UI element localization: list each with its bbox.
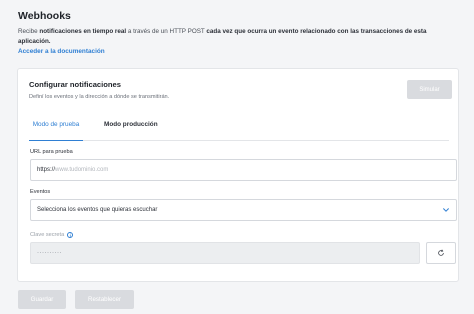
info-icon[interactable]: i xyxy=(67,232,74,238)
page-description: Recibe notificaciones en tiempo real a t… xyxy=(18,27,458,47)
url-prefix: https:// xyxy=(37,167,56,173)
url-input[interactable]: https://www.tudominio.com xyxy=(30,159,457,181)
reset-button[interactable]: Restablecer xyxy=(75,290,134,309)
chevron-down-icon xyxy=(443,208,449,212)
desc-text-2: a través de un HTTP POST xyxy=(126,28,207,35)
tab-test-mode[interactable]: Modo de prueba xyxy=(29,121,83,141)
desc-text-1: Recibe xyxy=(18,28,40,35)
events-select[interactable]: Selecciona los eventos que quieras escuc… xyxy=(30,199,457,221)
page-title: Webhooks xyxy=(18,10,71,22)
tab-production-mode[interactable]: Modo producción xyxy=(104,121,158,141)
documentation-link[interactable]: Acceder a la documentación xyxy=(18,48,105,55)
refresh-icon xyxy=(438,249,444,256)
refresh-secret-button[interactable] xyxy=(426,242,456,264)
url-field-label: URL para prueba xyxy=(30,149,73,155)
simulate-button[interactable]: Simular xyxy=(407,80,452,99)
card-title: Configurar notificaciones xyxy=(29,80,121,89)
card-subtitle: Definí los eventos y la dirección a dónd… xyxy=(29,94,170,100)
secret-label-text: Clave secreta xyxy=(30,232,65,238)
secret-key-input: ·········· xyxy=(30,242,420,264)
save-button[interactable]: Guardar xyxy=(18,290,66,309)
mode-tabs: Modo de prueba Modo producción xyxy=(29,121,449,141)
desc-bold-1: notificaciones en tiempo real xyxy=(39,28,127,35)
events-field-label: Eventos xyxy=(30,189,51,195)
secret-field-label: Clave secreta i xyxy=(30,232,74,238)
url-placeholder: www.tudominio.com xyxy=(55,167,109,173)
notifications-card: Configurar notificaciones Definí los eve… xyxy=(17,68,459,282)
events-select-value: Selecciona los eventos que quieras escuc… xyxy=(37,207,158,213)
